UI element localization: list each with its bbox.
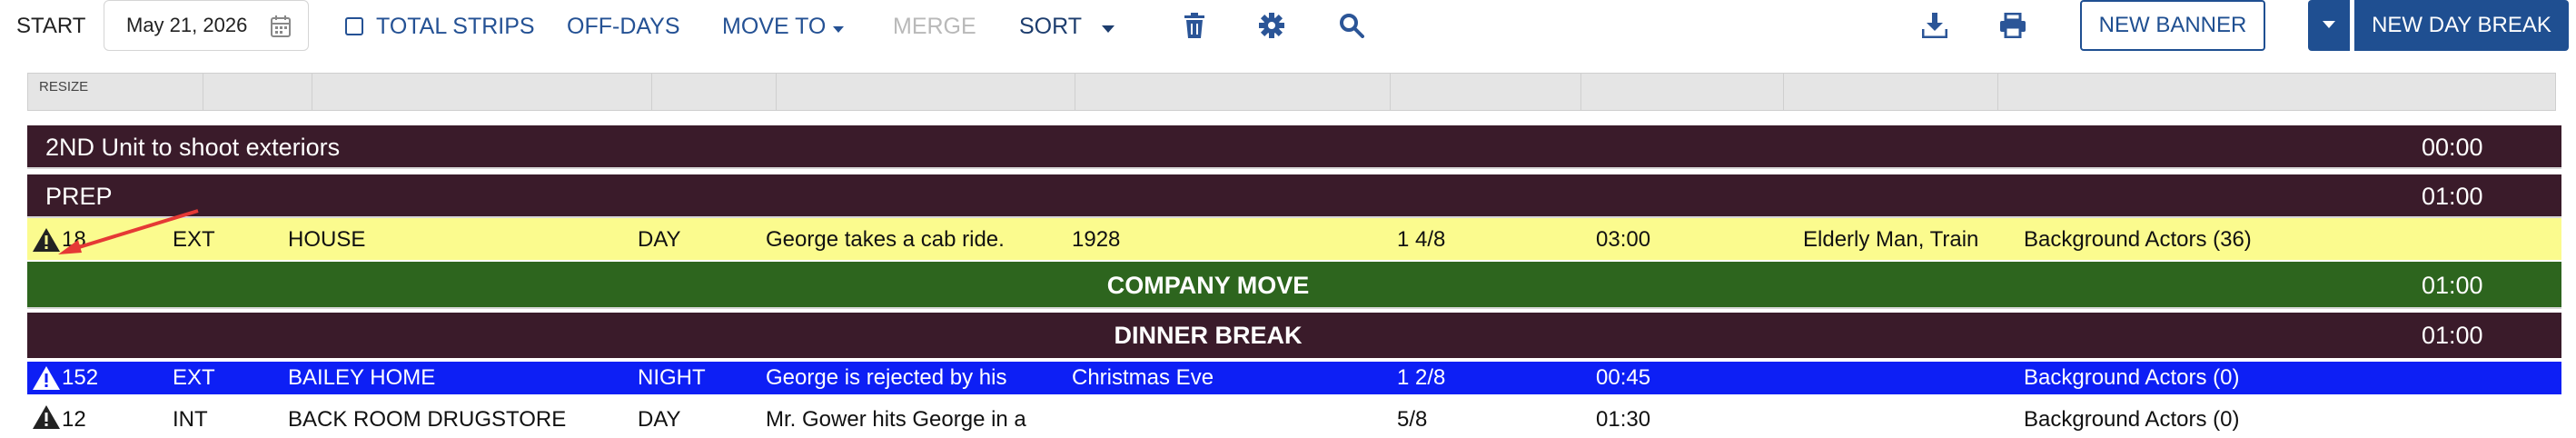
column-header-cell[interactable] (777, 74, 1075, 110)
move-to-label: MOVE TO (722, 13, 827, 39)
break-text: DINNER BREAK (1114, 322, 1303, 349)
strip-row[interactable]: 12 INT BACK ROOM DRUGSTORE DAY Mr. Gower… (27, 396, 2561, 432)
caret-down-icon (2323, 17, 2335, 34)
move-to-dropdown[interactable]: MOVE TO (722, 0, 845, 53)
column-header-cell[interactable] (203, 74, 312, 110)
page-count: 1 2/8 (1397, 365, 1446, 390)
estimated-time: 01:30 (1596, 407, 1651, 432)
column-header-cell[interactable] (1784, 74, 1998, 110)
int-ext: EXT (173, 365, 215, 390)
background-actors: Background Actors (36) (2024, 227, 2252, 252)
caret-down-icon (1102, 14, 1115, 40)
column-header-cell[interactable] (1075, 74, 1391, 110)
start-date-input[interactable]: May 21, 2026 (104, 0, 309, 51)
new-banner-button[interactable]: NEW BANNER (2080, 0, 2265, 51)
int-ext: INT (173, 407, 208, 432)
break-row[interactable]: DINNER BREAK 01:00 (27, 313, 2561, 358)
column-header-cell[interactable] (1391, 74, 1581, 110)
total-strips-label: TOTAL STRIPS (376, 13, 535, 39)
banner-time: 01:00 (2422, 183, 2483, 210)
period: 1928 (1072, 227, 1121, 252)
column-header-cell[interactable] (312, 74, 652, 110)
estimated-time: 00:45 (1596, 365, 1651, 390)
calendar-icon[interactable] (270, 15, 292, 44)
day-night: DAY (638, 407, 681, 432)
toolbar: START May 21, 2026 TOTAL STRIPS OFF-DAYS… (0, 0, 2576, 55)
break-text: COMPANY MOVE (1106, 272, 1310, 299)
merge-button[interactable]: MERGE (893, 0, 976, 53)
start-date-value: May 21, 2026 (126, 14, 248, 36)
annotation-arrow (58, 209, 199, 254)
scene-description: Mr. Gower hits George in a (766, 407, 1026, 432)
column-header-row: RESIZE (27, 73, 2556, 111)
page-count: 1 4/8 (1397, 227, 1446, 252)
sort-label: SORT (1019, 13, 1082, 39)
column-header-cell[interactable] (1998, 74, 2555, 110)
sort-dropdown[interactable]: SORT (1019, 0, 1115, 53)
cast: Elderly Man, Train (1803, 227, 1979, 252)
background-actors: Background Actors (0) (2024, 407, 2240, 432)
new-day-break-button[interactable]: NEW DAY BREAK (2354, 0, 2569, 51)
banner-time: 00:00 (2422, 134, 2483, 161)
set-name: HOUSE (288, 227, 366, 252)
checkbox-icon[interactable] (345, 17, 363, 35)
strip-row[interactable]: 18 EXT HOUSE DAY George takes a cab ride… (27, 209, 2561, 260)
scene-description: George takes a cab ride. (766, 227, 1005, 252)
break-time: 01:00 (2422, 322, 2483, 349)
trash-icon[interactable] (1174, 7, 1214, 44)
warning-icon[interactable] (33, 366, 60, 394)
scene-number: 12 (62, 407, 86, 432)
column-header-cell[interactable] (28, 74, 203, 110)
off-days-link[interactable]: OFF-DAYS (567, 0, 680, 53)
strip-row[interactable]: 152 EXT BAILEY HOME NIGHT George is reje… (27, 362, 2561, 394)
column-header-cell[interactable] (652, 74, 777, 110)
day-night: NIGHT (638, 365, 706, 390)
estimated-time: 03:00 (1596, 227, 1651, 252)
banner-text: 2ND Unit to shoot exteriors (45, 134, 341, 161)
banner-row[interactable]: 2ND Unit to shoot exteriors 00:00 (27, 125, 2561, 169)
search-icon[interactable] (1332, 7, 1372, 44)
break-time: 01:00 (2422, 272, 2483, 299)
warning-icon[interactable] (33, 405, 60, 433)
gear-icon[interactable] (1252, 7, 1292, 44)
column-header-cell[interactable] (1581, 74, 1784, 110)
background-actors: Background Actors (0) (2024, 365, 2240, 390)
total-strips-toggle[interactable]: TOTAL STRIPS (345, 0, 535, 53)
page-count: 5/8 (1397, 407, 1428, 432)
day-night: DAY (638, 227, 681, 252)
download-icon[interactable] (1915, 7, 1955, 44)
print-icon[interactable] (1993, 7, 2033, 44)
scene-number: 152 (62, 365, 99, 390)
banner-row[interactable]: PREP 01:00 (27, 174, 2561, 218)
set-name: BACK ROOM DRUGSTORE (288, 407, 567, 432)
set-name: BAILEY HOME (288, 365, 436, 390)
break-row[interactable]: COMPANY MOVE 01:00 (27, 262, 2561, 309)
period: Christmas Eve (1072, 365, 1214, 390)
new-day-break-dropdown-toggle[interactable] (2308, 0, 2350, 51)
start-label: START (16, 14, 86, 38)
caret-down-icon (833, 14, 845, 40)
scene-description: George is rejected by his (766, 365, 1007, 390)
